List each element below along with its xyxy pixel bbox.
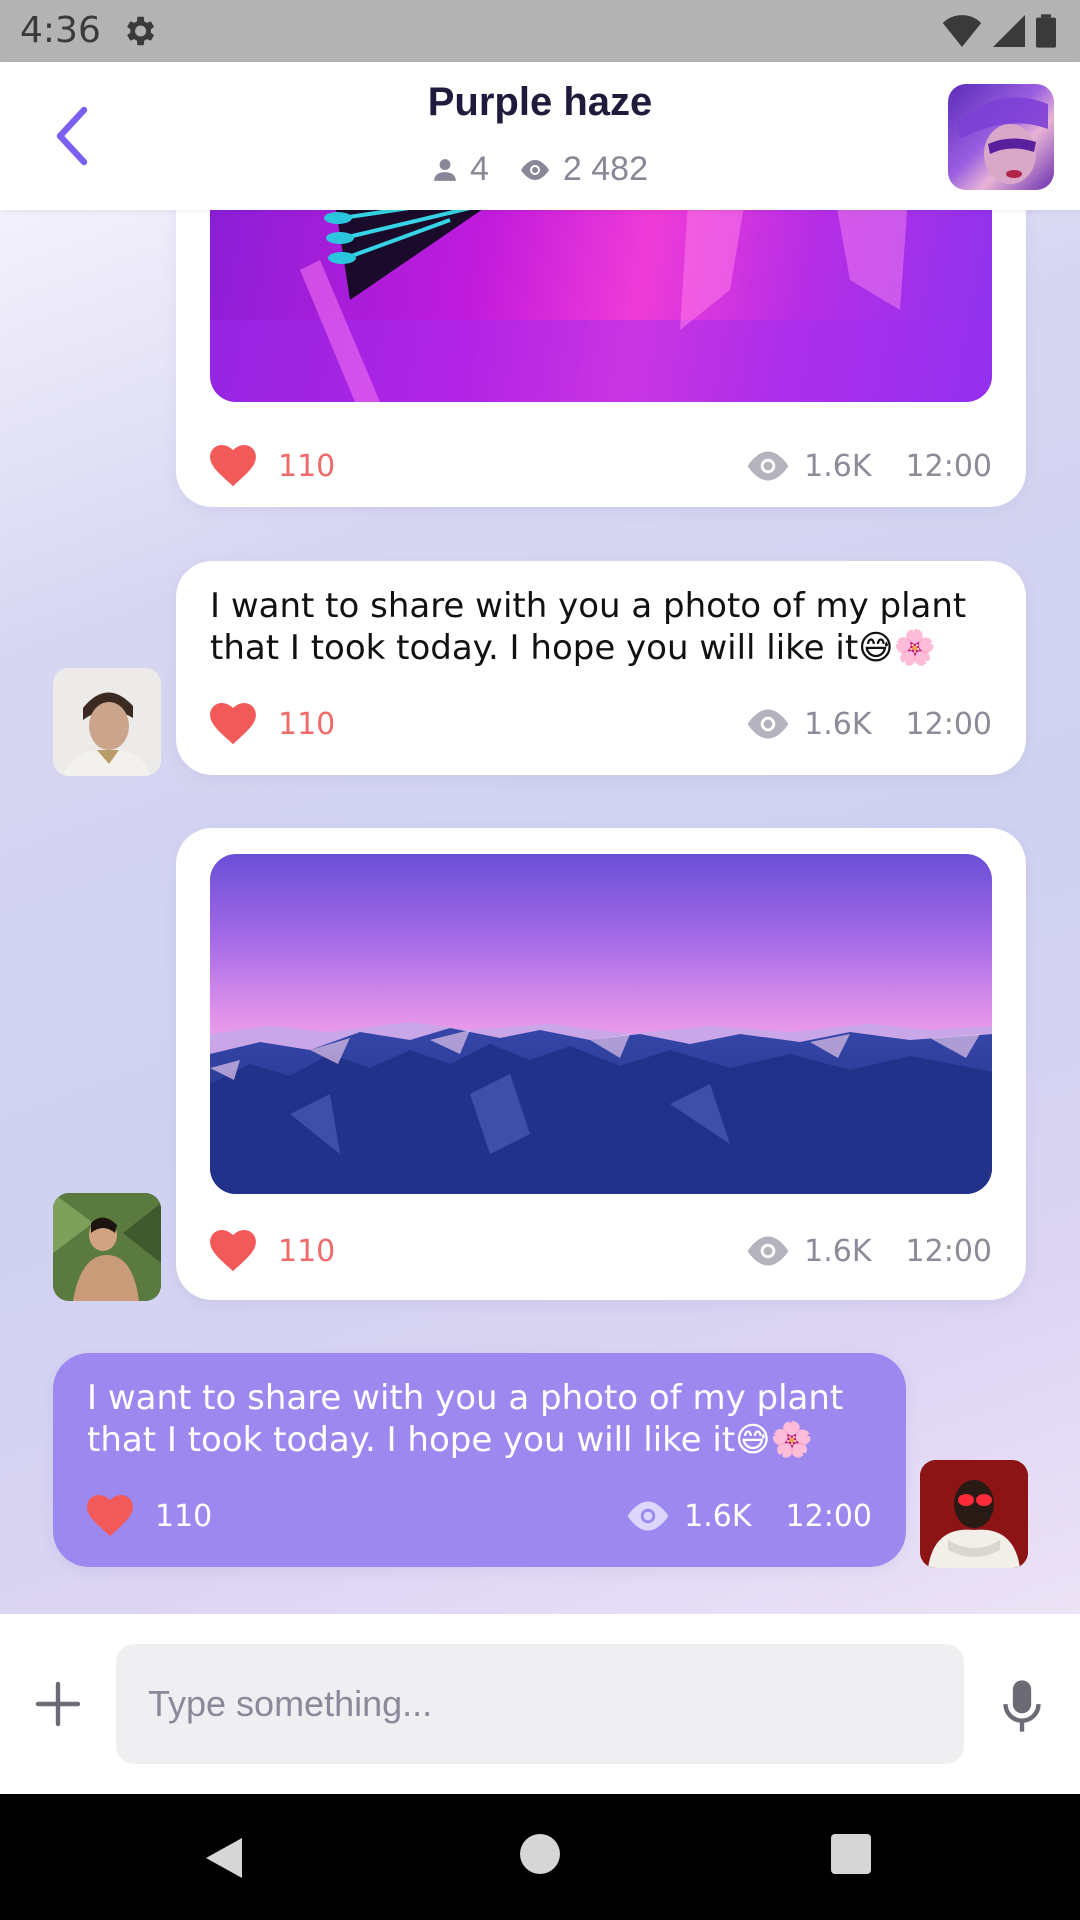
message-text: I want to share with you a photo of my p… (210, 586, 967, 668)
eye-icon (747, 1236, 789, 1266)
message-time: 12:00 (905, 1233, 992, 1269)
message-footer: 110 1.6K 12:00 (210, 441, 992, 491)
chat-title: Purple haze (427, 80, 653, 124)
like-count: 110 (278, 706, 336, 742)
wifi-icon (942, 15, 982, 47)
like-count: 110 (278, 448, 336, 484)
heart-icon (87, 1495, 133, 1537)
message-bubble[interactable]: I want to share with you a photo of my p… (176, 561, 1026, 775)
sender-avatar[interactable] (53, 1193, 161, 1301)
message-input[interactable] (116, 1644, 964, 1764)
message-image[interactable] (210, 210, 992, 402)
view-stat: 1.6K (624, 1498, 752, 1534)
chat-meta: 4 2 482 (0, 150, 1080, 189)
nav-home-icon[interactable] (520, 1834, 560, 1874)
view-stat: 1.6K (744, 706, 872, 742)
like-count: 110 (278, 1233, 336, 1269)
nav-recents-icon[interactable] (831, 1834, 871, 1874)
eye-icon (747, 451, 789, 481)
chat-header: Purple haze 4 2 482 (0, 62, 1080, 210)
own-avatar[interactable] (920, 1460, 1028, 1568)
message-time: 12:00 (785, 1498, 872, 1534)
heart-icon (210, 445, 256, 487)
eye-icon (520, 159, 549, 180)
views-count: 2 482 (562, 150, 648, 188)
view-count: 1.6K (804, 706, 872, 742)
settings-gear-icon (127, 16, 155, 46)
eye-icon (747, 709, 789, 739)
system-nav-bar (0, 1794, 1080, 1920)
group-avatar[interactable] (948, 84, 1054, 190)
message-footer: 110 1.6K 12:00 (210, 1226, 992, 1276)
heart-icon (210, 703, 256, 745)
battery-icon (1036, 14, 1056, 48)
view-count: 1.6K (804, 448, 872, 484)
sender-avatar[interactable] (53, 668, 161, 776)
view-count: 1.6K (804, 1233, 872, 1269)
message-time: 12:00 (905, 706, 992, 742)
message-text: I want to share with you a photo of my p… (87, 1378, 844, 1460)
like-button[interactable]: 110 (210, 445, 335, 487)
message-footer: 110 1.6K 12:00 (87, 1491, 872, 1541)
status-bar: 4:36 (0, 0, 1080, 62)
like-button[interactable]: 110 (210, 1230, 335, 1272)
message-footer: 110 1.6K 12:00 (210, 699, 992, 749)
eye-icon (627, 1501, 669, 1531)
nav-back-icon[interactable] (202, 1834, 246, 1882)
microphone-icon[interactable] (1000, 1676, 1044, 1736)
message-bubble[interactable]: 110 1.6K 12:00 (176, 828, 1026, 1300)
composer (0, 1614, 1080, 1794)
like-count: 110 (155, 1498, 213, 1534)
person-icon (434, 158, 456, 181)
members-count: 4 (469, 150, 489, 188)
heart-icon (210, 1230, 256, 1272)
view-stat: 1.6K (744, 448, 872, 484)
plus-icon[interactable] (34, 1680, 82, 1728)
message-image[interactable] (210, 854, 992, 1194)
chat-area[interactable]: 110 1.6K 12:00 I want to share with you … (0, 210, 1080, 1614)
signal-icon (993, 15, 1025, 47)
status-time: 4:36 (20, 10, 101, 51)
view-count: 1.6K (684, 1498, 752, 1534)
message-time: 12:00 (905, 448, 992, 484)
own-message-bubble[interactable]: I want to share with you a photo of my p… (53, 1353, 906, 1567)
view-stat: 1.6K (744, 1233, 872, 1269)
like-button[interactable]: 110 (87, 1495, 212, 1537)
like-button[interactable]: 110 (210, 703, 335, 745)
status-indicators (942, 12, 1056, 50)
message-bubble[interactable]: 110 1.6K 12:00 (176, 210, 1026, 507)
